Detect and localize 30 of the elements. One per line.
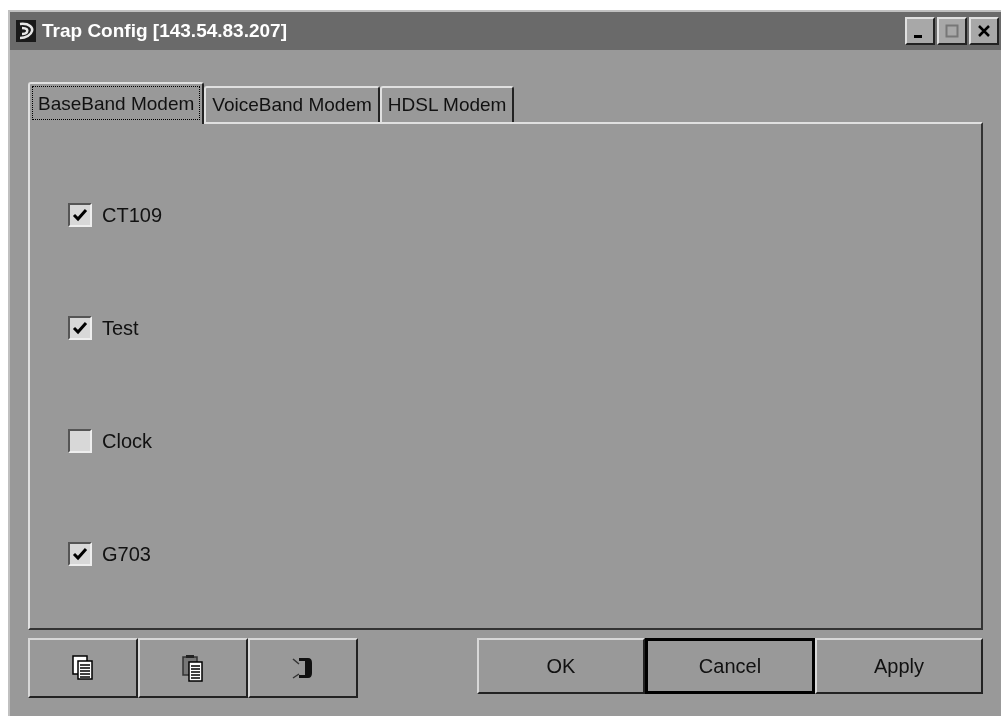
checkbox[interactable]	[68, 203, 92, 227]
dialog-button[interactable]: Cancel	[645, 638, 815, 694]
minimize-icon	[914, 34, 922, 38]
tab[interactable]: BaseBand Modem	[28, 82, 205, 124]
window-title: Trap Config [143.54.83.207]	[42, 18, 287, 43]
maximize-button[interactable]	[937, 17, 967, 45]
checkbox[interactable]	[68, 316, 92, 340]
checkbox[interactable]	[68, 542, 92, 566]
tab[interactable]: VoiceBand Modem	[204, 86, 380, 122]
checkbox-label: Test	[102, 316, 139, 341]
checkmark-icon	[72, 207, 88, 223]
checkmark-icon	[72, 320, 88, 336]
paste-icon	[182, 654, 204, 682]
clear-button[interactable]	[248, 638, 358, 698]
dialog-button[interactable]: OK	[477, 638, 645, 694]
checkbox-label: Clock	[102, 429, 152, 454]
copy-icon	[72, 655, 94, 681]
close-icon	[977, 24, 991, 38]
paste-button[interactable]	[138, 638, 248, 698]
checkbox[interactable]	[68, 429, 92, 453]
app-icon	[16, 20, 36, 42]
minimize-button[interactable]	[905, 17, 935, 45]
dialog-button[interactable]: Apply	[815, 638, 983, 694]
checkmark-icon	[72, 546, 88, 562]
checkbox-label: CT109	[102, 203, 163, 228]
maximize-icon	[945, 24, 959, 38]
close-button[interactable]	[969, 17, 999, 45]
tab[interactable]: HDSL Modem	[379, 86, 515, 122]
copy-button[interactable]	[28, 638, 138, 698]
checkbox-label: G703	[102, 542, 151, 567]
